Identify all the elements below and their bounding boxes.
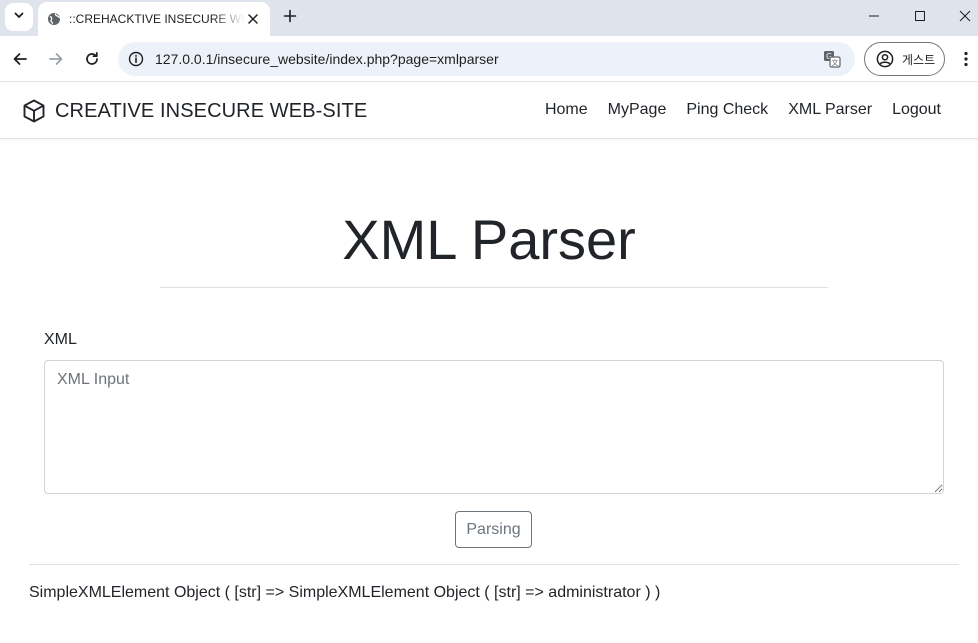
tab-search-button[interactable] [5, 3, 33, 31]
chevron-down-icon [13, 8, 25, 26]
maximize-button[interactable] [909, 5, 931, 27]
reload-button[interactable] [80, 47, 104, 71]
cube-icon [23, 99, 45, 123]
maximize-icon [914, 10, 926, 22]
site-brand[interactable]: CREATIVE INSECURE WEB-SITE [23, 99, 367, 123]
site-brand-text: CREATIVE INSECURE WEB-SITE [55, 99, 368, 122]
browser-toolbar: 127.0.0.1/insecure_website/index.php?pag… [0, 36, 978, 82]
site-navbar: CREATIVE INSECURE WEB-SITE Home MyPage P… [0, 83, 978, 139]
plus-icon [283, 9, 297, 23]
info-icon [128, 51, 144, 67]
kebab-menu-icon [964, 51, 968, 67]
browser-tabstrip: ::CREHACKTIVE INSECURE WEBSITE:: [0, 0, 978, 36]
person-circle-icon [876, 50, 894, 68]
parse-result: SimpleXMLElement Object ( [str] => Simpl… [29, 584, 661, 601]
close-icon [959, 10, 971, 22]
nav-link-xml-parser[interactable]: XML Parser [788, 101, 872, 119]
forward-button[interactable] [44, 47, 68, 71]
site-info-button[interactable] [119, 42, 153, 76]
tab-close-button[interactable] [244, 10, 262, 28]
page-title: XML Parser [342, 208, 636, 271]
arrow-right-icon [48, 51, 64, 67]
arrow-left-icon [12, 51, 28, 67]
new-tab-button[interactable] [279, 5, 301, 27]
browser-tab-active[interactable]: ::CREHACKTIVE INSECURE WEBSITE:: [38, 2, 270, 36]
url-text: 127.0.0.1/insecure_website/index.php?pag… [155, 51, 499, 67]
nav-link-mypage[interactable]: MyPage [608, 101, 667, 119]
nav-link-ping-check[interactable]: Ping Check [686, 101, 768, 119]
close-icon [248, 14, 258, 24]
svg-text:文: 文 [832, 58, 839, 67]
tab-title: ::CREHACKTIVE INSECURE WEBSITE:: [69, 12, 244, 26]
result-divider [29, 564, 959, 565]
nav-link-logout[interactable]: Logout [892, 101, 941, 119]
browser-menu-button[interactable] [956, 47, 976, 71]
nav-link-home[interactable]: Home [545, 101, 588, 119]
minimize-button[interactable] [863, 5, 885, 27]
nav-links: Home MyPage Ping Check XML Parser Logout [545, 101, 941, 119]
profile-label: 게스트 [902, 52, 936, 67]
parsing-button[interactable]: Parsing [455, 511, 532, 548]
translate-icon: G文 [823, 50, 841, 68]
xml-input[interactable] [44, 360, 944, 494]
translate-button[interactable]: G文 [823, 50, 841, 68]
reload-icon [84, 51, 100, 67]
back-button[interactable] [8, 47, 32, 71]
profile-button[interactable]: 게스트 [864, 42, 945, 76]
close-window-button[interactable] [954, 5, 976, 27]
title-divider [160, 287, 828, 288]
globe-icon [47, 12, 61, 26]
minimize-icon [868, 10, 880, 22]
address-bar[interactable]: 127.0.0.1/insecure_website/index.php?pag… [118, 42, 855, 76]
xml-field-label: XML [44, 331, 77, 348]
